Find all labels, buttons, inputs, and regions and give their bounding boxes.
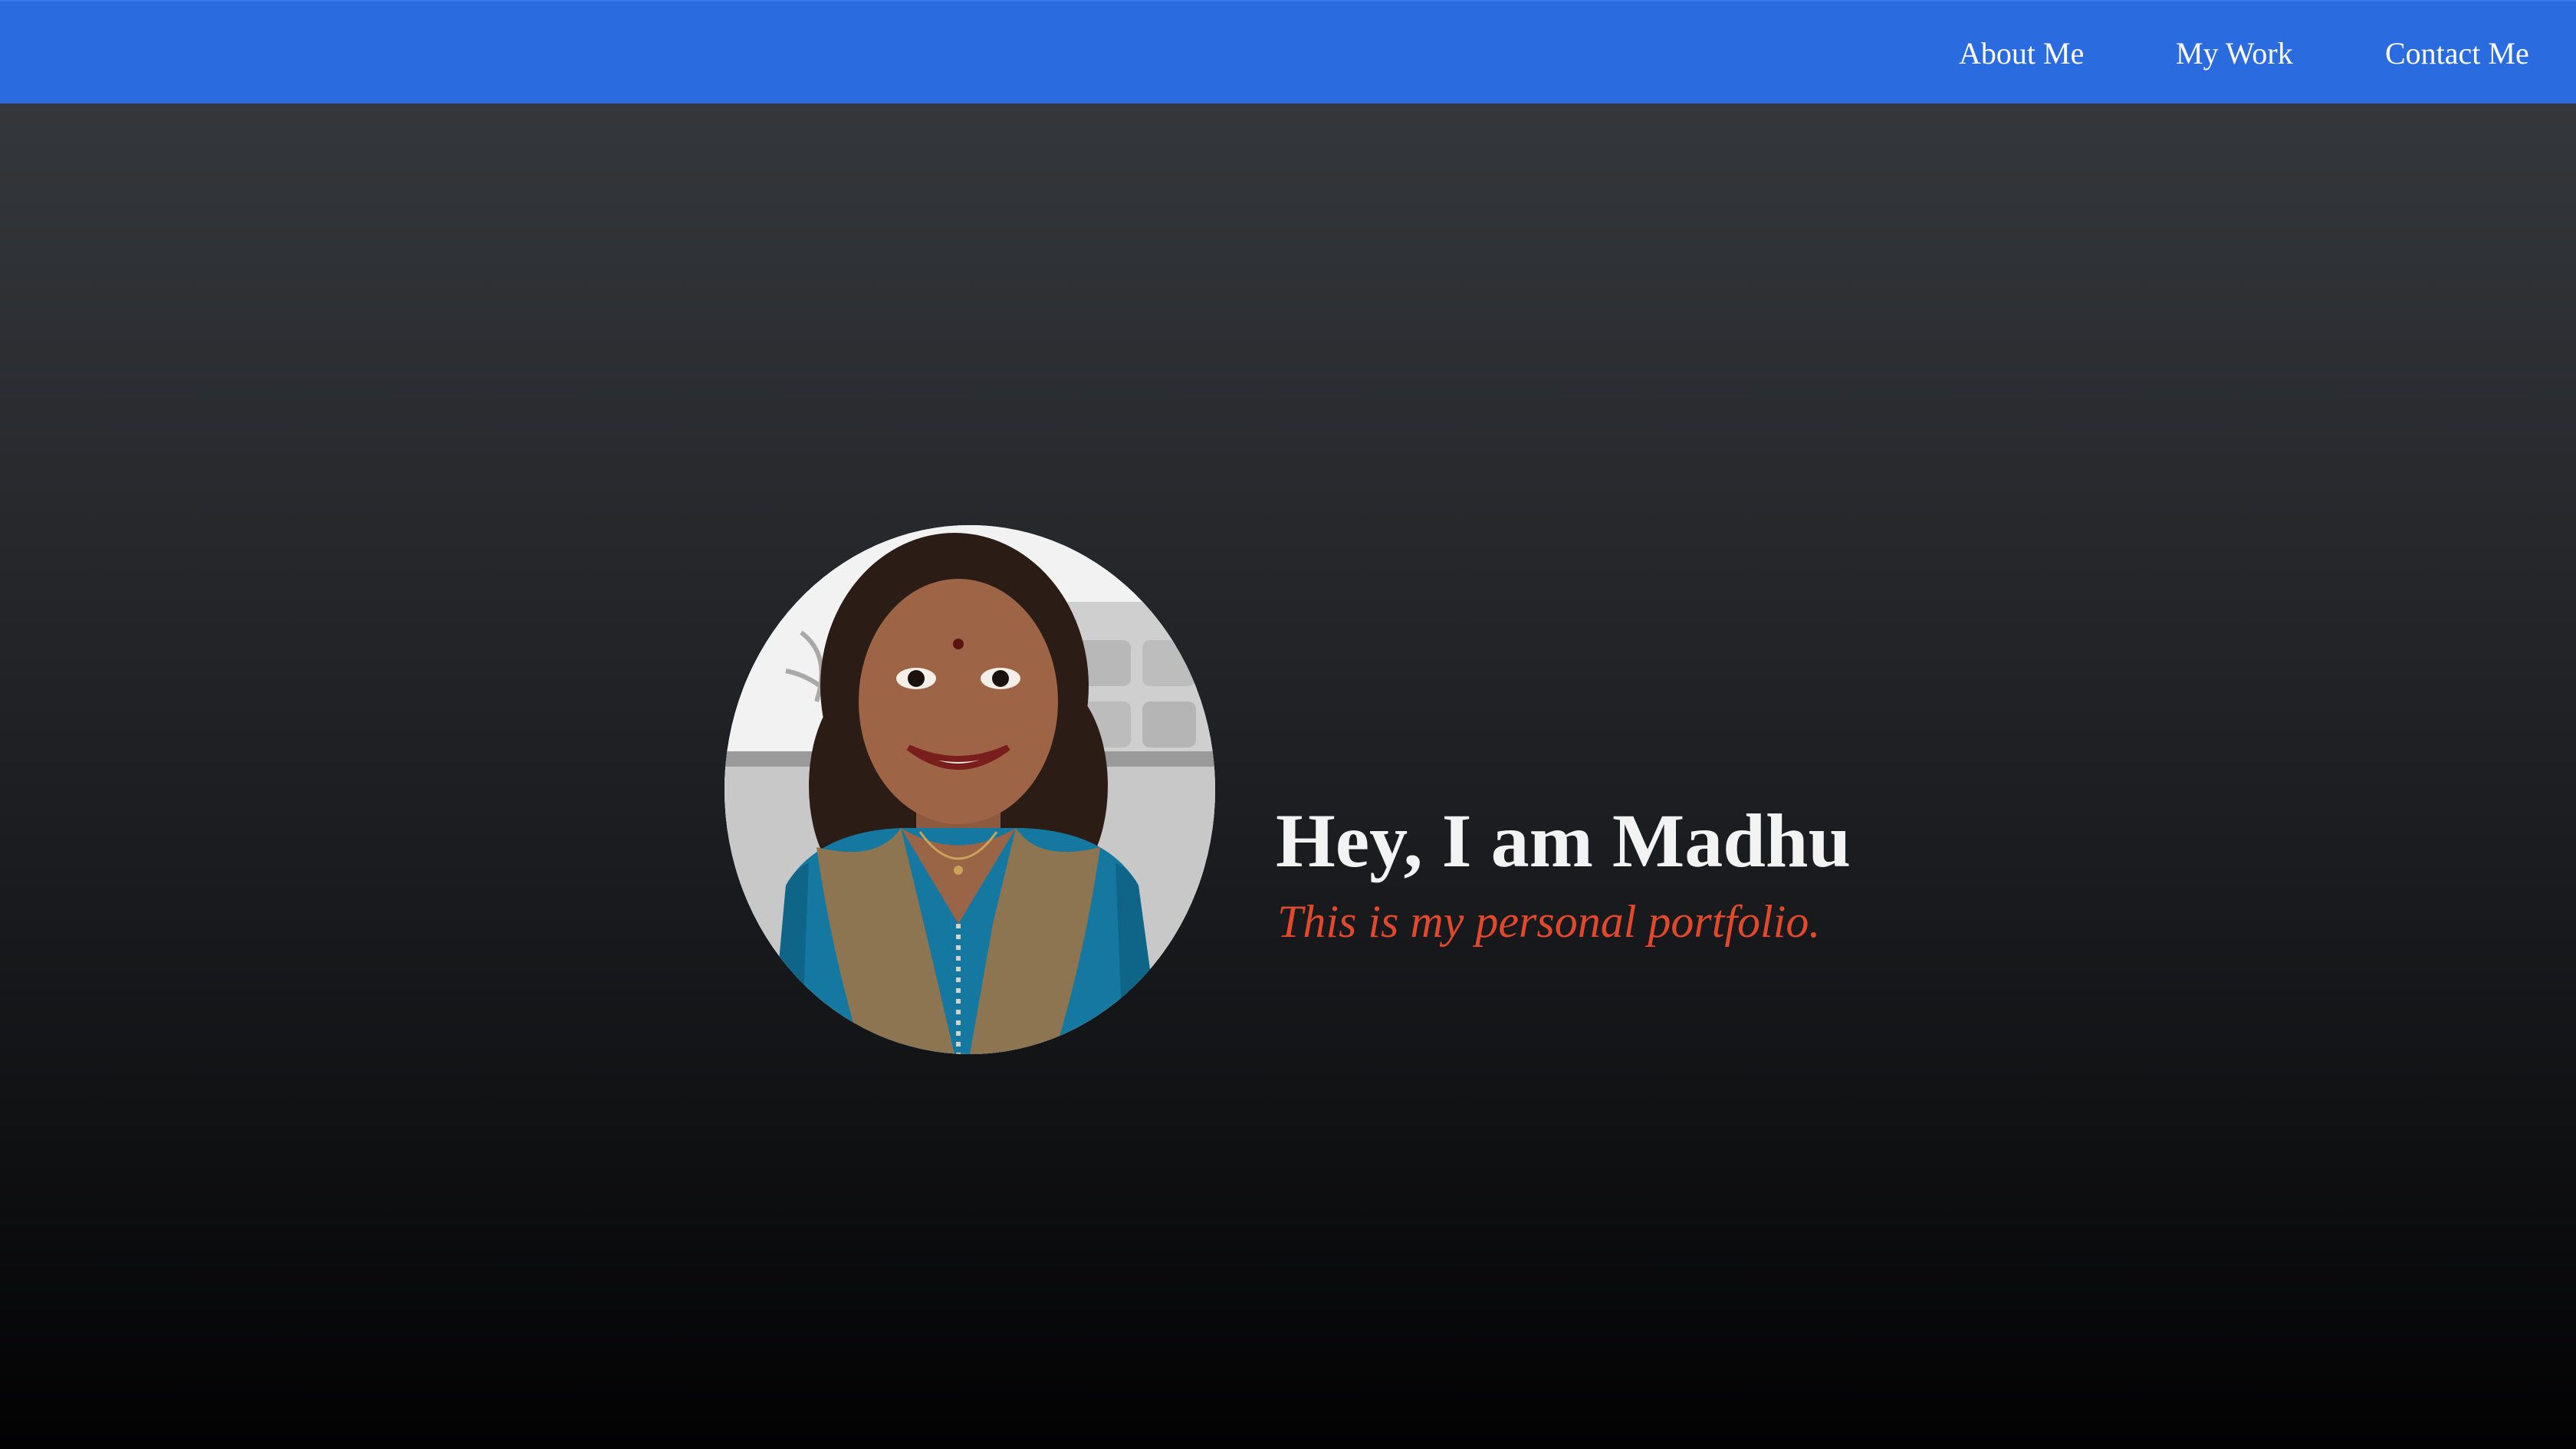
hero-title: Hey, I am Madhu [1276,798,1852,883]
nav-link-about-me[interactable]: About Me [1959,32,2084,75]
hero-subtitle: This is my personal portfolio. [1277,896,1821,947]
profile-photo [724,525,1215,1054]
top-navbar: About Me My Work Contact Me [0,0,2576,104]
portfolio-page: About Me My Work Contact Me Hey, I am Ma… [0,0,2576,1449]
nav-link-my-work[interactable]: My Work [2176,32,2293,75]
nav-link-contact-me[interactable]: Contact Me [2385,32,2529,75]
hero-section: Hey, I am Madhu This is my personal port… [0,104,2576,1449]
